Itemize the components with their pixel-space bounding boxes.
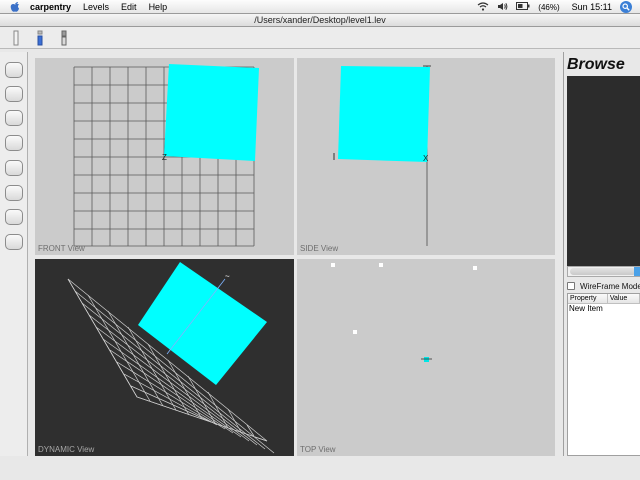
palette-button-7[interactable]	[5, 209, 23, 225]
battery-percent: (46%)	[538, 2, 560, 12]
wifi-icon[interactable]	[477, 1, 489, 13]
menu-levels[interactable]: Levels	[83, 2, 109, 12]
dynamic-scene: ~	[67, 262, 275, 454]
spotlight-icon[interactable]	[620, 1, 632, 13]
battery-icon[interactable]	[516, 2, 530, 12]
menu-edit[interactable]: Edit	[121, 2, 137, 12]
side-viewport[interactable]: X SIDE View	[297, 58, 555, 255]
select-tool-icon[interactable]	[8, 29, 24, 47]
side-cube-face	[338, 66, 430, 162]
wireframe-checkbox[interactable]	[567, 282, 575, 290]
dynamic-view-label: DYNAMIC View	[38, 445, 95, 454]
palette-button-2[interactable]	[5, 86, 23, 102]
property-table-body: New Item	[568, 304, 640, 314]
browse-title: Browse	[567, 56, 625, 73]
front-axis-marker: Z	[162, 153, 167, 162]
front-viewport[interactable]: Z FRONT View	[35, 58, 294, 255]
side-view-label: SIDE View	[300, 244, 339, 253]
palette-button-6[interactable]	[5, 185, 23, 201]
menu-clock[interactable]: Sun 15:11	[572, 2, 612, 12]
menu-help[interactable]: Help	[149, 2, 168, 12]
front-scene: Z	[73, 64, 259, 247]
top-view-label: TOP View	[300, 445, 336, 454]
palette-button-8[interactable]	[5, 234, 23, 250]
column-header-value[interactable]: Value	[608, 294, 640, 303]
volume-icon[interactable]	[497, 2, 508, 13]
side-scene: X	[333, 65, 431, 246]
top-cube-marker	[424, 357, 429, 362]
toolbar	[0, 27, 640, 49]
palette-button-1[interactable]	[5, 62, 23, 78]
dynamic-axis-marker: ~	[225, 272, 230, 281]
app-menu[interactable]: carpentry	[30, 2, 71, 12]
move-tool-icon[interactable]	[32, 29, 48, 47]
browse-preview[interactable]	[567, 76, 640, 266]
front-view-label: FRONT View	[38, 244, 85, 253]
browse-scroll-thumb[interactable]	[570, 268, 636, 275]
top-object-marker	[473, 266, 477, 270]
apple-icon[interactable]	[9, 1, 21, 13]
browse-scroll-arrow[interactable]	[634, 267, 640, 276]
top-object-marker	[379, 263, 383, 267]
table-row[interactable]: New Item	[569, 304, 640, 314]
dynamic-viewport[interactable]: ~ DYNAMIC View	[35, 259, 294, 456]
browse-panel: Browse WireFrame Mode Property Value New…	[563, 52, 640, 456]
top-viewport[interactable]: TOP View	[297, 259, 555, 456]
palette-button-4[interactable]	[5, 135, 23, 151]
top-object-marker	[353, 330, 357, 334]
wireframe-label: WireFrame Mode	[580, 281, 640, 291]
dynamic-cube	[138, 262, 267, 385]
front-cube-face	[164, 64, 259, 161]
window-title: /Users/xander/Desktop/level1.lev	[0, 14, 640, 27]
column-header-property[interactable]: Property	[568, 294, 608, 303]
top-object-marker	[331, 263, 335, 267]
browse-scrollbar[interactable]	[567, 266, 640, 277]
tool-palette	[0, 52, 28, 456]
palette-button-3[interactable]	[5, 110, 23, 126]
top-scene	[331, 263, 477, 362]
wireframe-toggle[interactable]: WireFrame Mode	[567, 280, 640, 292]
palette-button-5[interactable]	[5, 160, 23, 176]
property-cell: New Item	[569, 304, 603, 313]
scale-tool-icon[interactable]	[56, 29, 72, 47]
property-table: Property Value New Item	[567, 293, 640, 456]
property-table-header: Property Value	[568, 294, 640, 304]
menu-bar: carpentry Levels Edit Help (46%) Sun 15:…	[0, 0, 640, 14]
side-axis-marker: X	[423, 154, 429, 163]
